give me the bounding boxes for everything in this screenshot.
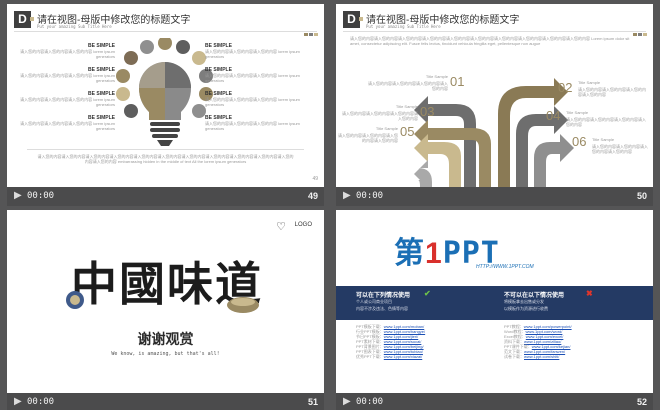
slide-info-bar: ▶ 00:00 52	[336, 393, 653, 410]
slide-time: 00:00	[27, 397, 55, 407]
left-text-column: BE SIMPLE 请入您的内容请入您的内容请入您的内容 lorem ipsum …	[15, 43, 115, 139]
slide-thumbnail-49[interactable]: D 请在视图-母版中修改您的标题文字 Put your amazing Sub …	[7, 4, 324, 206]
links-right: PPT教程：www.1ppt.com/powerpoint/ Word教程：ww…	[504, 324, 644, 359]
link-row: 优秀PPT下载：www.1ppt.com/xiazai/	[356, 354, 423, 359]
list-item: BE SIMPLE 请入您的内容请入您的内容请入您的内容 lorem ipsum …	[20, 67, 115, 83]
slide-number: 49	[307, 191, 318, 201]
slide-subtitle: Put your amazing Sub Title Here	[366, 24, 441, 29]
slide-thumbnail-51[interactable]: ♡ LOGO 中國味道 谢谢观赏 We know, is amazing, bu…	[7, 210, 324, 410]
play-icon[interactable]: ▶	[343, 396, 351, 407]
list-item: BE SIMPLE 请入您的内容请入您的内容请入您的内容 lorem ipsum …	[205, 91, 300, 107]
brand-prefix: 第	[394, 237, 425, 270]
slide-canvas: ♡ LOGO 中國味道 谢谢观赏 We know, is amazing, bu…	[7, 210, 324, 393]
slide-number: 50	[636, 191, 647, 201]
sample-text-05: 请入您的内容请入您的内容请入您的内容请入您的内容	[338, 133, 398, 143]
slide-time: 00:00	[27, 191, 55, 201]
sample-num-02: 02	[558, 80, 573, 95]
sample-text-02: 请入您的内容请入您的内容请入您的内容请入您的内容	[578, 87, 646, 97]
sample-num-04: 04	[546, 108, 561, 123]
play-icon[interactable]: ▶	[14, 396, 22, 407]
page-mark: 49	[312, 176, 318, 182]
heart-logo-icon: ♡	[276, 221, 286, 233]
slide-number: 51	[307, 397, 318, 407]
sample-title-05: Title Sample	[375, 126, 398, 131]
links-left: PPT模板下载：www.1ppt.com/moban/ 行业PPT模板：www.…	[356, 324, 496, 359]
allowed-heading: 可以在下列情况使用	[356, 293, 411, 299]
brand-one: 1	[425, 237, 443, 270]
forbidden-item: 以模板作为资源进行收费	[504, 306, 548, 311]
sample-text-06: 请入您的内容请入您的内容请入您的内容请入您的内容	[592, 144, 648, 154]
footer-text: 请入您的内容请入您的内容请入您的内容请入您的内容请入您的内容请入您的内容请入您的…	[37, 154, 294, 164]
sample-num-01: 01	[450, 74, 465, 89]
right-text-column: BE SIMPLE 请入您的内容请入您的内容请入您的内容 lorem ipsum …	[205, 43, 305, 139]
thanks-text: 谢谢观赏	[137, 331, 194, 347]
slide-canvas: D 请在视图-母版中修改您的标题文字 Put your amazing Sub …	[7, 4, 324, 187]
sample-text-01: 请入您的内容请入您的内容请入您的内容请入您的内容	[368, 81, 448, 91]
sample-text-03: 请入您的内容请入您的内容请入您的内容请入您的内容	[342, 111, 418, 121]
sample-title-01: Title Sample	[425, 74, 448, 79]
slide-canvas: D 请在视图-母版中修改您的标题文字 Put your amazing Sub …	[336, 4, 653, 187]
sample-text-04: 请入您的内容请入您的内容请入您的内容请入您的内容	[566, 117, 646, 127]
sample-num-06: 06	[572, 134, 587, 149]
allowed-item: 内容不涉及违法、色情等内容	[356, 306, 408, 311]
lightbulb-diagram	[116, 38, 213, 146]
slide-time: 00:00	[356, 191, 384, 201]
play-icon[interactable]: ▶	[14, 190, 22, 201]
header-logo: D	[14, 11, 34, 28]
tagline: We know, is amazing, but that's all!	[111, 351, 220, 357]
divider	[27, 149, 304, 150]
usage-banner: 可以在下列情况使用 ✔ 个人或公司商业项目 内容不涉及违法、色情等内容 不可以在…	[336, 286, 653, 320]
slide-thumbnail-50[interactable]: D 请在视图-母版中修改您的标题文字 Put your amazing Sub …	[336, 4, 653, 206]
sample-title-06: Title Sample	[592, 137, 615, 142]
slide-thumbnail-52[interactable]: 第1PPT HTTP://WWW.1PPT.COM 可以在下列情况使用 ✔ 个人…	[336, 210, 653, 410]
logo-text: LOGO	[294, 222, 312, 228]
cross-icon: ✖	[586, 289, 593, 298]
list-item: BE SIMPLE 请入您的内容请入您的内容请入您的内容 lorem ipsum …	[20, 91, 115, 107]
sample-num-03: 03	[420, 104, 435, 119]
list-item: BE SIMPLE 请入您的内容请入您的内容请入您的内容 lorem ipsum …	[20, 115, 115, 131]
header-divider	[14, 31, 317, 32]
header-color-dots	[303, 23, 318, 41]
slide-info-bar: ▶ 00:00 51	[7, 393, 324, 410]
allowed-item: 个人或公司商业项目	[356, 299, 392, 304]
decorative-plate-icon	[66, 291, 84, 309]
list-item: BE SIMPLE 请入您的内容请入您的内容请入您的内容 lorem ipsum …	[20, 43, 115, 59]
link[interactable]: www.1ppt.com/shiti/	[524, 354, 559, 359]
slide-number: 52	[636, 397, 647, 407]
list-item: BE SIMPLE 请入您的内容请入您的内容请入您的内容 lorem ipsum …	[205, 115, 300, 131]
intro-text: 请入您的内容请入您的内容请入您的内容请入您的内容请入您的内容请入您的内容请入您的…	[350, 36, 630, 46]
sample-title-03: Title Sample	[395, 104, 418, 109]
decorative-bowl-icon	[227, 297, 259, 313]
brand-url: HTTP://WWW.1PPT.COM	[476, 264, 534, 270]
play-icon[interactable]: ▶	[343, 190, 351, 201]
slide-canvas: 第1PPT HTTP://WWW.1PPT.COM 可以在下列情况使用 ✔ 个人…	[336, 210, 653, 393]
check-icon: ✔	[424, 289, 431, 298]
sample-title-04: Title Sample	[566, 110, 589, 115]
slide-info-bar: ▶ 00:00 49	[7, 187, 324, 206]
link-row: 试卷下载：www.1ppt.com/shiti/	[504, 354, 560, 359]
header-divider	[343, 31, 646, 32]
slide-time: 00:00	[356, 397, 384, 407]
slide-info-bar: ▶ 00:00 50	[336, 187, 653, 206]
header-logo: D	[343, 11, 363, 28]
forbidden-item: 将模板拿去出售或分发	[504, 299, 544, 304]
list-item: BE SIMPLE 请入您的内容请入您的内容请入您的内容 lorem ipsum …	[205, 67, 300, 83]
list-item: BE SIMPLE 请入您的内容请入您的内容请入您的内容 lorem ipsum …	[205, 43, 300, 59]
forbidden-heading: 不可以在以下情况使用	[504, 293, 565, 299]
link[interactable]: www.1ppt.com/xiazai/	[384, 354, 422, 359]
sample-num-05: 05	[400, 124, 415, 139]
sample-title-02: Title Sample	[578, 80, 601, 85]
slide-subtitle: Put your amazing Sub Title Here	[37, 24, 112, 29]
